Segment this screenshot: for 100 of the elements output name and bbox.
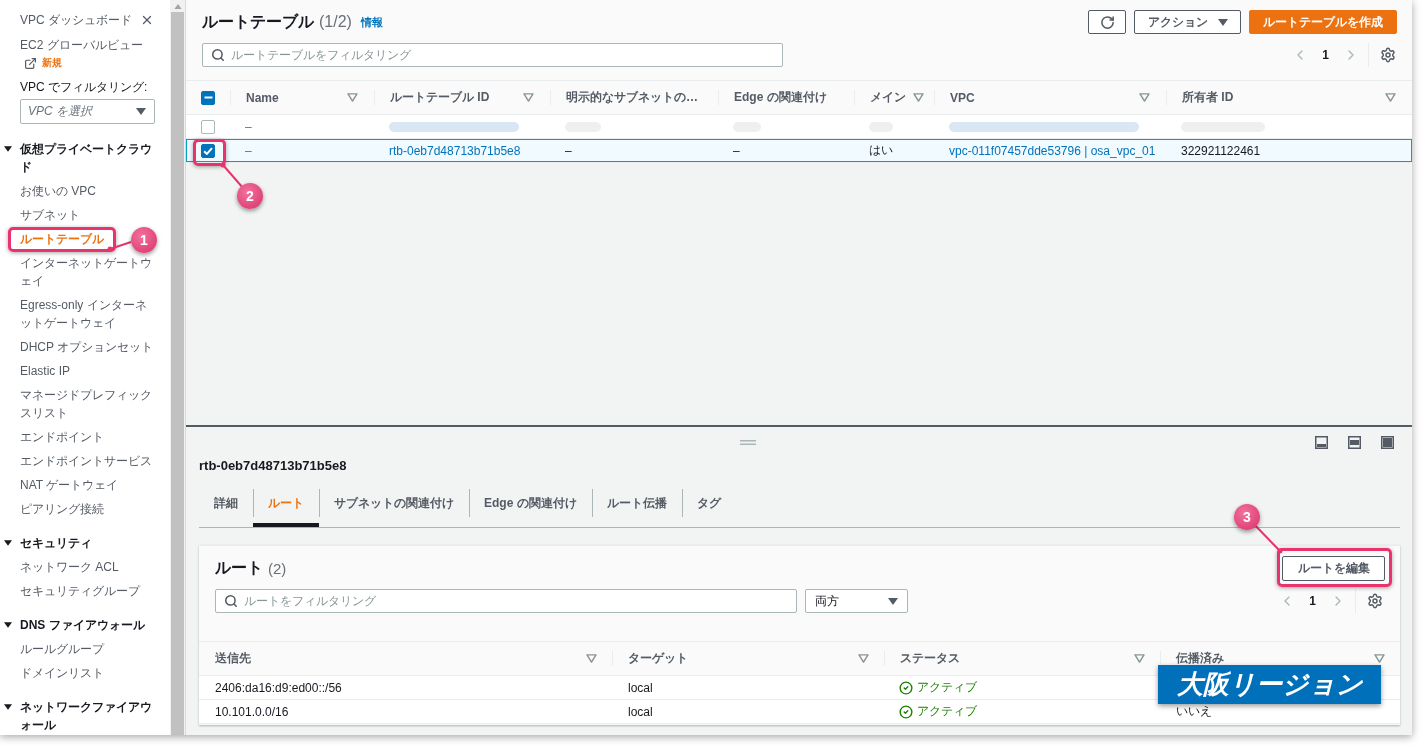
scrollbar-thumb[interactable] (171, 12, 184, 735)
checkmark-icon (203, 146, 213, 155)
nav-link[interactable]: VPC ダッシュボード (20, 11, 132, 29)
nav-item[interactable]: Egress-only インターネットゲートウェイ (20, 296, 154, 332)
nav-item[interactable]: セキュリティグループ (20, 582, 140, 600)
tab[interactable]: 詳細 (199, 480, 253, 527)
checkbox[interactable] (201, 90, 215, 105)
column-header[interactable]: Name (246, 90, 279, 105)
tab[interactable]: タグ (681, 480, 736, 527)
sort-icon[interactable] (913, 93, 924, 102)
check-circle-icon (899, 704, 913, 719)
minus-icon (203, 96, 213, 99)
tab[interactable]: Edge の関連付け (469, 480, 592, 527)
column-header[interactable]: 所有者 ID (1182, 89, 1234, 106)
sort-icon[interactable] (1134, 654, 1145, 663)
nav-item[interactable]: マネージドプレフィックスリスト (20, 386, 154, 422)
checkbox[interactable] (201, 143, 215, 158)
arrow-up-icon[interactable] (173, 4, 182, 9)
highlight-frame (193, 139, 226, 166)
sort-icon[interactable] (523, 93, 534, 102)
nav-item[interactable]: ピアリング接続 (20, 500, 104, 518)
count-text: (2) (268, 560, 287, 577)
nav-item[interactable]: エンドポイントサービス (20, 452, 152, 470)
dock-half-icon[interactable] (1348, 435, 1361, 449)
nav-item[interactable]: NAT ゲートウェイ (20, 476, 119, 494)
section-heading[interactable]: 仮想プライベートクラウド (20, 140, 154, 176)
table-row[interactable]: – (186, 115, 1412, 139)
edge-association: – (733, 143, 740, 158)
tab[interactable]: サブネットの関連付け (319, 480, 469, 527)
settings-icon[interactable] (1367, 593, 1383, 609)
nav-link[interactable]: EC2 グローバルビュー (20, 36, 154, 54)
vpc-select[interactable]: VPC を選択 (20, 99, 155, 124)
nav-item[interactable]: ドメインリスト (20, 664, 104, 682)
nav-item[interactable]: ルールグループ (20, 640, 104, 658)
status-text: アクティブ (917, 703, 977, 720)
caret-icon (1217, 18, 1228, 26)
search-field[interactable]: ルートをフィルタリング (215, 589, 797, 613)
external-link-icon[interactable] (24, 56, 37, 70)
callout-badge: 3 (1234, 504, 1260, 530)
target-text: local (628, 680, 653, 695)
table-row[interactable]: – rtb-0eb7d48713b71b5e8 – – はい vpc-011f07457dde53796 | osa_vpc_01 322921122461 (186, 139, 1412, 163)
sort-icon[interactable] (1139, 93, 1150, 102)
tab[interactable]: ルート伝播 (591, 480, 682, 527)
nav-item[interactable]: インターネットゲートウェイ (20, 254, 154, 290)
section-heading[interactable]: DNS ファイアウォール (20, 616, 145, 634)
close-icon[interactable] (140, 13, 154, 27)
scrollbar[interactable] (170, 0, 186, 735)
page-number[interactable]: 1 (1309, 594, 1316, 608)
sort-icon[interactable] (1374, 654, 1385, 663)
column-header[interactable]: ステータス (900, 650, 960, 667)
caret-icon[interactable] (4, 540, 12, 546)
caret-icon (136, 108, 146, 115)
column-header[interactable]: 伝播済み (1176, 650, 1224, 667)
column-header[interactable]: Edge の関連付け (734, 89, 827, 106)
caret-icon[interactable] (4, 704, 12, 710)
dock-bottom-icon[interactable] (1315, 435, 1328, 449)
destination-text: 2406:da16:d9:ed00::/56 (215, 680, 342, 695)
nav-item[interactable]: エンドポイント (20, 428, 104, 446)
sort-icon[interactable] (858, 654, 869, 663)
route-table-id-link[interactable]: rtb-0eb7d48713b71b5e8 (389, 143, 521, 158)
dock-full-icon[interactable] (1381, 435, 1394, 449)
sort-icon[interactable] (1385, 93, 1396, 102)
owner-id: 322921122461 (1181, 143, 1261, 158)
subnet-association: – (565, 143, 572, 158)
scope-select[interactable]: 両方 (805, 589, 908, 613)
nav-item[interactable]: DHCP オプションセット (20, 338, 154, 356)
caret-icon[interactable] (4, 622, 12, 628)
column-header[interactable]: 明示的なサブネットの… (566, 89, 698, 106)
column-header[interactable]: 送信先 (215, 650, 251, 667)
drag-handle-icon[interactable] (740, 439, 757, 445)
nav-item[interactable]: ネットワーク ACL (20, 558, 119, 576)
destination-text: 10.101.0.0/16 (215, 704, 289, 719)
section-heading[interactable]: セキュリティ (20, 534, 92, 552)
section-heading[interactable]: ネットワークファイアウォール (20, 698, 154, 734)
actions-button[interactable]: アクション (1134, 10, 1241, 34)
nav-item[interactable]: Elastic IP (20, 362, 70, 380)
sort-icon[interactable] (586, 654, 597, 663)
settings-icon[interactable] (1380, 47, 1396, 63)
checkbox[interactable] (201, 119, 215, 134)
callout-badge: 2 (237, 183, 263, 209)
column-header[interactable]: ルートテーブル ID (390, 89, 490, 106)
column-header[interactable]: ターゲット (628, 650, 688, 667)
column-header[interactable]: VPC (950, 90, 975, 105)
edit-routes-button[interactable]: ルートを編集 (1282, 556, 1385, 581)
sort-icon[interactable] (347, 93, 358, 102)
page-number[interactable]: 1 (1322, 48, 1329, 62)
vpc-id-link[interactable]: vpc-011f07457dde53796 | osa_vpc_01 (949, 143, 1156, 158)
count-text: (1/2) (319, 13, 352, 31)
refresh-button[interactable] (1088, 10, 1126, 34)
nav-item[interactable]: サブネット (20, 206, 80, 224)
name-value: – (245, 143, 252, 158)
column-header[interactable]: メイン (870, 89, 906, 106)
main-value: はい (869, 142, 893, 159)
caret-icon[interactable] (4, 146, 12, 152)
caret-icon (888, 597, 898, 605)
info-link[interactable]: 情報 (360, 14, 383, 30)
check-circle-icon (899, 680, 913, 695)
target-text: local (628, 704, 653, 719)
nav-item[interactable]: お使いの VPC (20, 182, 96, 200)
search-field[interactable]: ルートテーブルをフィルタリング (202, 43, 783, 67)
